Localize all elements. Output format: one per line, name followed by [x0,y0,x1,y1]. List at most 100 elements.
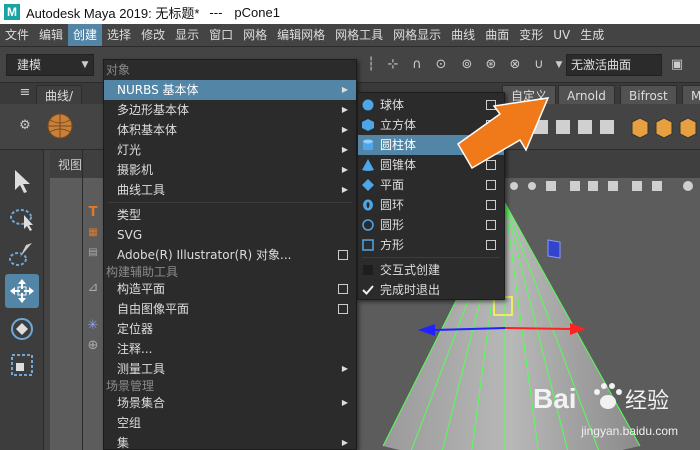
locator-icon: ✳ [87,318,99,333]
type-tool-icon: T [88,205,98,220]
snap-curve-icon[interactable]: ∩ [408,57,426,73]
tab-curves[interactable]: 曲线/ [36,85,83,105]
menu-item-locator[interactable]: 定位器 [104,319,356,339]
move-tool-icon[interactable] [5,274,39,308]
paint-select-tool-icon[interactable] [5,238,39,272]
menu-mesh[interactable]: 网格 [238,24,272,46]
snap-view-icon[interactable]: ⊚ [458,57,476,73]
menu-item-scene-sets[interactable]: 场景集合 ▶ [104,393,356,413]
menu-item-svg[interactable]: SVG [104,225,356,245]
illustrator-icon: ▤ [88,247,98,258]
magnet-icon[interactable]: ∪ [530,57,548,73]
menu-modify[interactable]: 修改 [136,24,170,46]
panel-divider [82,150,83,450]
submenu-arrow-icon: ▶ [341,185,348,194]
menu-item-label: 立方体 [380,118,417,132]
option-box-icon[interactable] [486,220,496,230]
menu-mesh-display[interactable]: 网格显示 [388,24,446,46]
menu-item-label: 场景集合 [117,396,166,410]
lasso-tool-icon[interactable] [5,202,39,236]
viewport-toolbar-icons[interactable] [508,178,700,194]
rotate-tool-icon[interactable] [5,312,39,346]
viewport-label: 视图 [58,158,83,172]
title-bar: M Autodesk Maya 2019: 无标题* --- pCone1 [0,0,700,24]
menu-mesh-tools[interactable]: 网格工具 [330,24,388,46]
submenu-item-plane[interactable]: 平面 [358,175,504,195]
submenu-item-interactive-creation[interactable]: 交互式创建 [358,260,504,280]
section-objects: 对象 [106,63,131,77]
menu-item-polygon-primitives[interactable]: 多边形基本体 ▶ [104,100,356,120]
separator-icon: ┆ [367,57,375,72]
menu-item-label: 注释... [117,342,153,356]
snap-point-icon[interactable]: ⊙ [432,57,450,73]
construction-plane-icon: ⊿ [87,280,99,295]
gear-icon[interactable]: ⚙ [16,118,34,134]
menu-item-type[interactable]: 类型 [104,205,356,225]
snap-surface-icon[interactable]: ⊛ [482,57,500,73]
submenu-arrow-icon: ▶ [341,398,348,407]
option-box-icon[interactable] [338,304,348,314]
scale-tool-icon[interactable] [5,348,39,382]
menu-item-label: 方形 [380,238,405,252]
square-icon [362,239,374,251]
tab-more[interactable]: M [682,85,700,105]
submenu-item-circle[interactable]: 圆形 [358,215,504,235]
title-separator: --- [209,4,223,20]
menu-item-construction-plane[interactable]: 构造平面 [104,279,356,299]
menu-item-label: 类型 [117,208,142,222]
option-box-icon[interactable] [338,284,348,294]
checkbox-unchecked-icon [363,265,373,275]
select-tool-icon[interactable] [5,164,39,198]
menu-item-label: 圆柱体 [380,138,417,152]
option-box-icon[interactable] [486,180,496,190]
menu-select[interactable]: 选择 [102,24,136,46]
menu-item-annotation[interactable]: 注释... [104,339,356,359]
menu-item-cameras[interactable]: 摄影机 ▶ [104,160,356,180]
snap-grid-icon[interactable]: ⊹ [384,57,402,73]
option-box-icon[interactable] [486,240,496,250]
tab-bifrost[interactable]: Bifrost [620,85,677,105]
submenu-item-exit-on-completion[interactable]: 完成时退出 [358,280,504,300]
live-surface-field[interactable]: 无激活曲面 [566,54,662,76]
menu-uv[interactable]: UV [548,24,575,46]
menu-item-curve-tools[interactable]: 曲线工具 ▶ [104,180,356,200]
menu-item-label: 摄影机 [117,163,154,177]
cone-icon [362,159,374,171]
menu-edit-mesh[interactable]: 编辑网格 [272,24,330,46]
menu-item-label: 平面 [380,178,405,192]
menu-curves[interactable]: 曲线 [446,24,480,46]
menu-edit[interactable]: 编辑 [34,24,68,46]
title-object: pCone1 [234,4,280,20]
menu-file[interactable]: 文件 [0,24,34,46]
history-icon[interactable]: ▣ [668,57,686,73]
chevron-down-icon[interactable]: ▼ [76,57,94,73]
menu-surfaces[interactable]: 曲面 [480,24,514,46]
option-box-icon[interactable] [486,200,496,210]
nurbs-sphere-icon[interactable] [44,110,76,142]
annotation-icon: ⊕ [87,338,99,353]
menu-generate[interactable]: 生成 [575,24,609,46]
menu-item-nurbs-primitives[interactable]: NURBS 基本体 ▶ [104,80,356,100]
menu-item-label: 多边形基本体 [117,103,190,117]
torus-icon [363,199,373,211]
menu-windows[interactable]: 窗口 [204,24,238,46]
menu-item-lights[interactable]: 灯光 ▶ [104,140,356,160]
menu-item-label: 灯光 [117,143,142,157]
snap-live-icon[interactable]: ⊗ [506,57,524,73]
maya-logo-icon: M [4,4,20,20]
menu-item-label: 自由图像平面 [117,302,190,316]
menu-item-label: 球体 [380,98,405,112]
submenu-item-torus[interactable]: 圆环 [358,195,504,215]
cylinder-icon [363,139,373,150]
svg-tool-icon: ▦ [88,227,98,238]
menu-create[interactable]: 创建 [68,24,103,46]
menu-deform[interactable]: 变形 [514,24,548,46]
option-box-icon[interactable] [338,250,348,260]
menu-display[interactable]: 显示 [170,24,204,46]
watermark-url: jingyan.baidu.com [581,424,678,438]
shelf-options-icon[interactable]: ≡ [16,85,34,101]
menu-item-volume-primitives[interactable]: 体积基本体 ▶ [104,120,356,140]
checkmark-icon [362,285,374,295]
submenu-item-square[interactable]: 方形 [358,235,504,255]
menu-item-free-image-plane[interactable]: 自由图像平面 [104,299,356,319]
